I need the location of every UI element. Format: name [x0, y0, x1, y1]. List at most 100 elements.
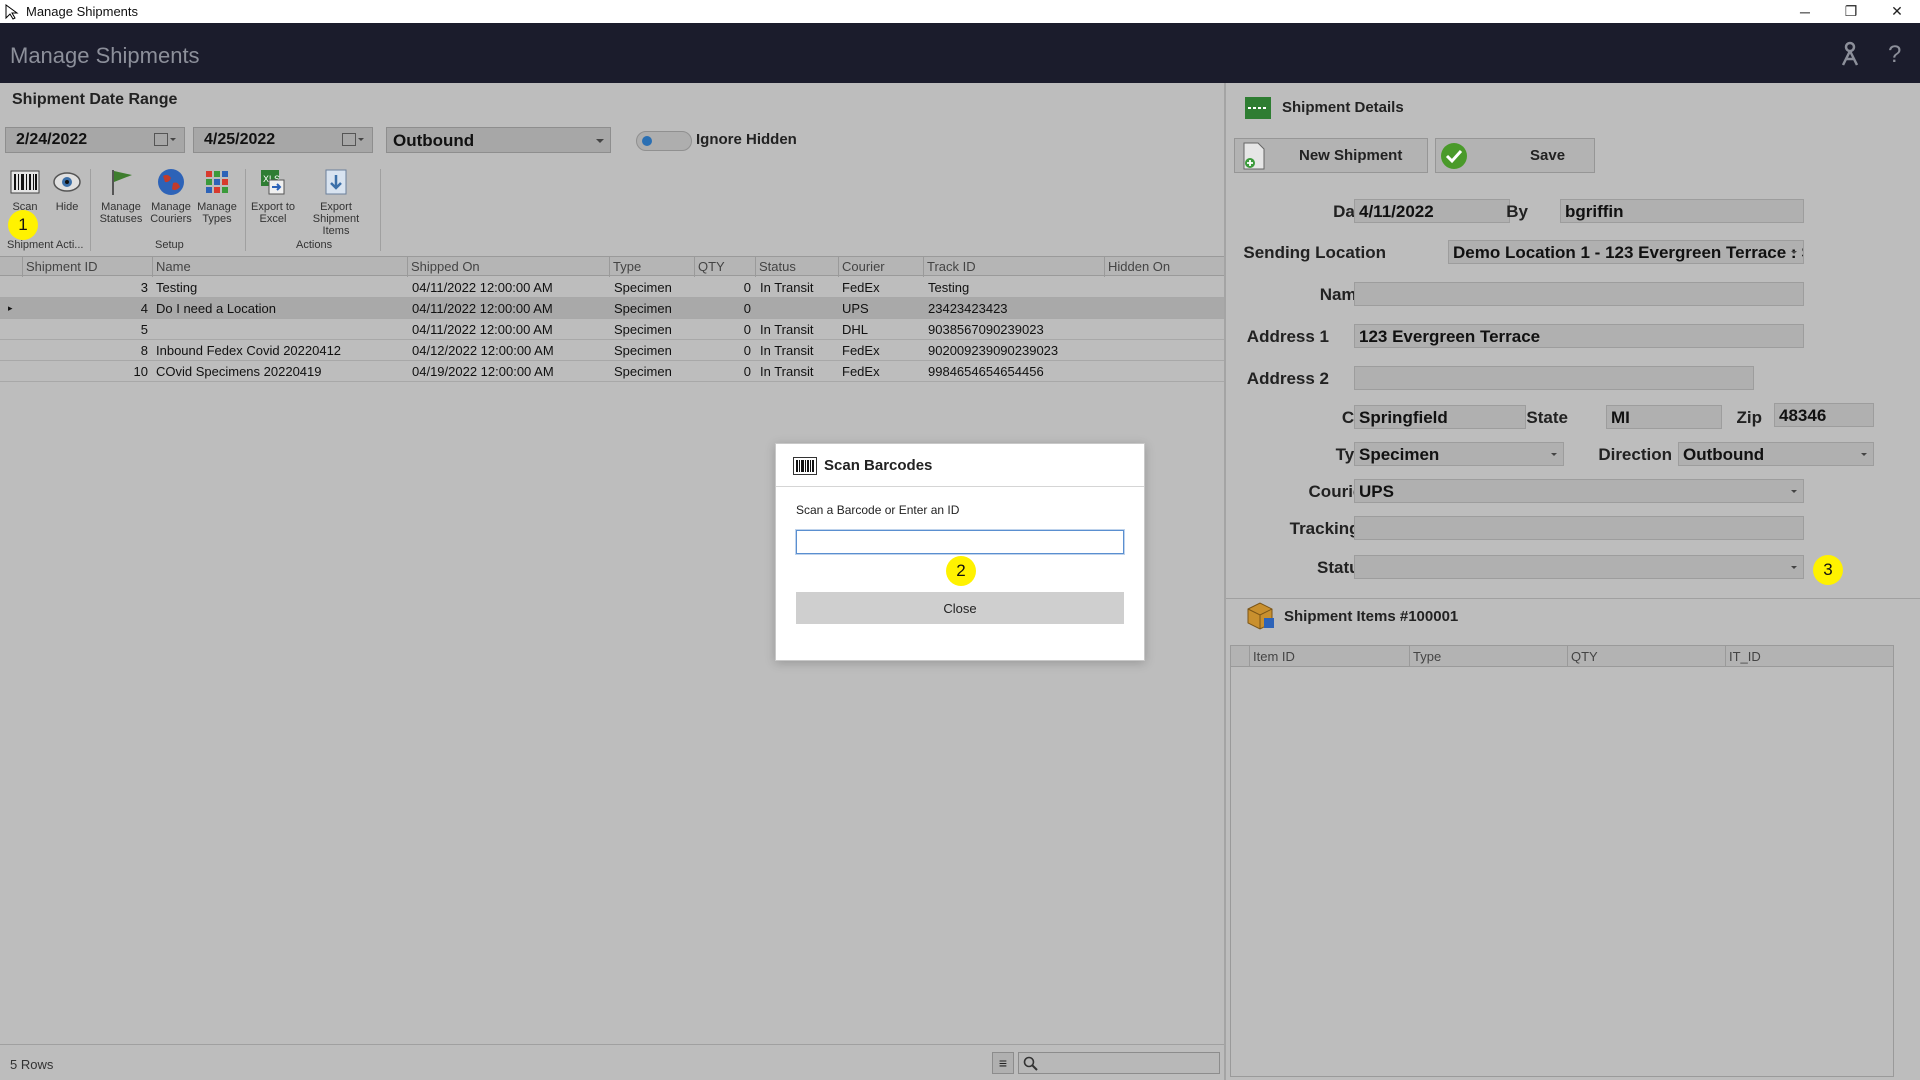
export-items-label: Export Shipment Items [312, 201, 360, 237]
manage-statuses-button[interactable]: Manage Statuses [96, 167, 146, 225]
column-divider [694, 257, 695, 277]
manage-couriers-button[interactable]: Manage Couriers [146, 167, 196, 225]
calendar-icon[interactable] [154, 133, 176, 146]
ribbon-group-actions: Actions [296, 239, 333, 251]
ignore-hidden-label: Ignore Hidden [696, 131, 797, 148]
column-header-courier[interactable]: Courier [842, 259, 885, 274]
column-menu-icon[interactable]: ≡ [992, 1052, 1014, 1074]
column-divider [1409, 646, 1410, 667]
cell-courier: FedEx [842, 343, 880, 358]
ribbon-divider [90, 169, 91, 251]
cell-track-id: 902009239090239023 [928, 343, 1059, 358]
start-date-picker[interactable]: 2/24/2022 [5, 127, 185, 153]
callout-3: 3 [1813, 555, 1843, 585]
shipment-details-title: Shipment Details [1282, 99, 1404, 116]
ribbon-divider [245, 169, 246, 251]
direction-filter-select[interactable]: Outbound [386, 127, 611, 153]
status-select[interactable] [1354, 555, 1804, 579]
grid-search-input[interactable] [1018, 1052, 1220, 1074]
cell-shipment-id: 8 [140, 343, 148, 358]
globe-icon [156, 167, 186, 197]
close-button[interactable]: Close [796, 592, 1124, 624]
help-icon[interactable]: ? [1888, 41, 1901, 69]
flag-icon [106, 167, 136, 197]
cell-status: In Transit [760, 364, 814, 379]
shipment-details-icon [1245, 97, 1271, 119]
name-field[interactable] [1354, 282, 1804, 306]
column-header-shipped-on[interactable]: Shipped On [411, 259, 480, 274]
table-row[interactable]: 5 04/11/2022 12:00:00 AM Specimen 0 In T… [0, 319, 1224, 340]
row-count: 5 Rows [10, 1057, 54, 1072]
end-date-picker[interactable]: 4/25/2022 [193, 127, 373, 153]
column-divider [22, 257, 23, 277]
save-button[interactable]: Save [1435, 138, 1595, 173]
type-value: Specimen [1359, 445, 1440, 464]
close-window-button[interactable]: ✕ [1874, 0, 1920, 23]
column-divider [1567, 646, 1568, 667]
type-select[interactable]: Specimen [1354, 442, 1564, 466]
search-icon [1023, 1056, 1038, 1071]
eye-icon [52, 167, 82, 197]
user-pin-icon[interactable] [1838, 41, 1862, 74]
column-header-track-id[interactable]: Track ID [927, 259, 976, 274]
hide-button[interactable]: Hide [50, 167, 84, 213]
sending-location-select[interactable]: Demo Location 1 - 123 Evergreen Terrace … [1448, 240, 1804, 264]
shipment-items-title: Shipment Items #100001 [1284, 608, 1459, 625]
manage-types-label: Manage Types [197, 201, 237, 225]
column-header-item-id[interactable]: Item ID [1253, 649, 1295, 664]
cell-courier: DHL [842, 322, 869, 337]
column-divider [1725, 646, 1726, 667]
column-header-status[interactable]: Status [759, 259, 796, 274]
start-date-value: 2/24/2022 [16, 131, 88, 148]
cell-type: Specimen [614, 364, 672, 379]
zip-field[interactable]: 48346 [1774, 403, 1874, 427]
city-label: City [1226, 408, 1374, 428]
column-header-type[interactable]: Type [613, 259, 641, 274]
address2-field[interactable] [1354, 366, 1754, 390]
export-excel-button[interactable]: XLS Export to Excel [250, 167, 296, 225]
table-row[interactable]: 10 COvid Specimens 20220419 04/19/2022 1… [0, 361, 1224, 382]
minimize-button[interactable]: ─ [1782, 0, 1828, 23]
column-divider [1104, 257, 1105, 277]
zip-label: Zip [1736, 408, 1763, 427]
column-header-qty[interactable]: QTY [698, 259, 725, 274]
sending-location-label: Sending Location [1243, 243, 1386, 262]
calendar-icon[interactable] [342, 133, 364, 146]
column-header-shipment-id[interactable]: Shipment ID [26, 259, 98, 274]
column-header-hidden-on[interactable]: Hidden On [1108, 259, 1170, 274]
tracking-label: Tracking# [1289, 519, 1369, 538]
table-row[interactable]: 3 Testing 04/11/2022 12:00:00 AM Specime… [0, 277, 1224, 298]
barcode-input[interactable] [795, 529, 1125, 555]
scan-button[interactable]: Scan [8, 167, 42, 213]
cell-type: Specimen [614, 343, 672, 358]
ribbon-group-shipment-actions: Shipment Acti... [7, 239, 84, 251]
export-items-button[interactable]: Export Shipment Items [298, 167, 374, 237]
table-row-selected[interactable]: ▸ 4 Do I need a Location 04/11/2022 12:0… [0, 298, 1224, 319]
manage-types-button[interactable]: Manage Types [194, 167, 240, 225]
table-row[interactable]: 8 Inbound Fedex Covid 20220412 04/12/202… [0, 340, 1224, 361]
column-header-it-id[interactable]: IT_ID [1729, 649, 1761, 664]
direction-select[interactable]: Outbound [1678, 442, 1874, 466]
direction-filter-value: Outbound [393, 131, 475, 150]
column-header-item-qty[interactable]: QTY [1571, 649, 1598, 664]
tracking-field[interactable] [1354, 516, 1804, 540]
ignore-hidden-toggle[interactable] [636, 131, 692, 151]
cell-status: In Transit [760, 280, 814, 295]
grid-header: Shipment ID Name Shipped On Type QTY Sta… [0, 256, 1224, 277]
column-divider [152, 257, 153, 277]
cell-type: Specimen [614, 322, 672, 337]
new-shipment-label: New Shipment [1299, 147, 1403, 164]
new-shipment-button[interactable]: New Shipment [1234, 138, 1428, 173]
cell-type: Specimen [614, 280, 672, 295]
column-header-item-type[interactable]: Type [1413, 649, 1441, 664]
cell-name: Do I need a Location [156, 301, 276, 316]
cell-qty: 0 [743, 322, 751, 337]
by-field[interactable]: bgriffin [1560, 199, 1804, 223]
address1-label: Address 1 [1246, 327, 1329, 346]
direction-label: Direction [1598, 445, 1672, 464]
address1-field[interactable]: 123 Evergreen Terrace [1354, 324, 1804, 348]
courier-select[interactable]: UPS [1354, 479, 1804, 503]
column-header-name[interactable]: Name [156, 259, 191, 274]
column-divider [407, 257, 408, 277]
restore-button[interactable]: ❐ [1828, 0, 1874, 23]
